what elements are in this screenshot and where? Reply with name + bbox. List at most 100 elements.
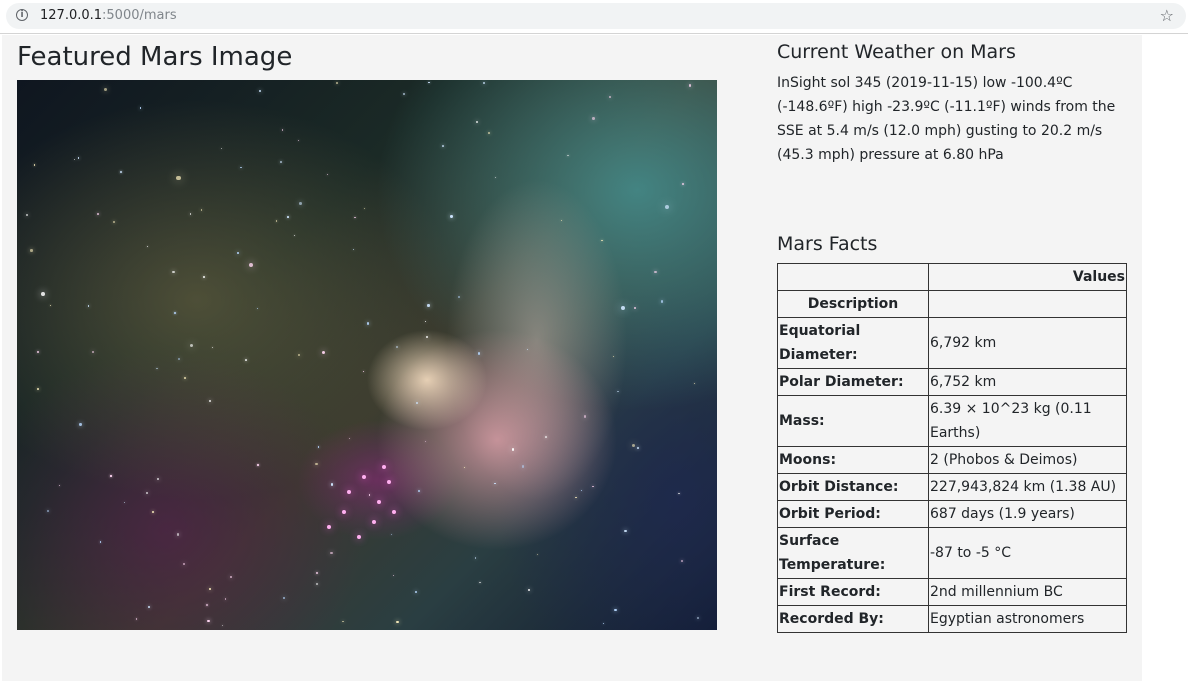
info-icon[interactable]: i [16, 9, 28, 21]
star-point [362, 475, 366, 479]
star-point [327, 525, 331, 529]
star-point [682, 183, 684, 185]
star-point [287, 216, 289, 218]
star-point [560, 219, 563, 221]
table-index-label: Description [777, 290, 929, 318]
star-point [336, 82, 338, 84]
star-point [654, 271, 657, 274]
star-point [97, 213, 100, 216]
star-point [601, 239, 603, 241]
star-point [152, 510, 155, 513]
star-point [545, 436, 547, 439]
star-point [425, 336, 429, 339]
star-point [249, 263, 254, 268]
star-point [372, 520, 376, 524]
star-point [580, 489, 583, 492]
star-point [392, 574, 395, 577]
star-point [494, 482, 496, 485]
star-point [382, 465, 386, 469]
star-point [189, 213, 192, 215]
star-icon[interactable]: ☆ [1160, 7, 1174, 25]
star-point [87, 305, 90, 307]
star-point [457, 296, 461, 299]
star-point [281, 129, 284, 132]
star-point [208, 587, 211, 591]
star-point [567, 154, 569, 157]
star-point [681, 559, 683, 562]
table-index-blank [928, 290, 1127, 318]
table-header-values: Values [928, 263, 1127, 291]
star-point [220, 147, 223, 150]
fact-label: Mass: [777, 395, 929, 447]
star-point [377, 500, 381, 504]
star-point [390, 533, 392, 535]
facts-title: Mars Facts [777, 233, 878, 255]
star-point [37, 351, 39, 353]
star-point [583, 415, 587, 418]
star-point [591, 117, 595, 121]
star-point [363, 208, 366, 210]
star-point [322, 350, 326, 354]
star-point [59, 484, 61, 486]
star-point [613, 355, 615, 357]
star-point [256, 307, 258, 310]
star-point [240, 166, 242, 169]
star-point [145, 491, 148, 495]
star-point [47, 509, 49, 512]
star-point [207, 619, 210, 622]
star-point [694, 382, 696, 385]
star-point [415, 590, 418, 593]
table-row: Recorded By: Egyptian astronomers [777, 605, 1127, 633]
table-header-row: Values [777, 263, 1127, 291]
star-point [482, 81, 485, 84]
url-text[interactable]: 127.0.0.1:5000/mars [40, 8, 177, 24]
browser-address-bar: i 127.0.0.1:5000/mars ☆ [0, 0, 1188, 34]
star-point [342, 510, 346, 514]
star-point [174, 312, 176, 314]
star-point [200, 209, 203, 211]
star-point [316, 572, 318, 574]
featured-mars-image [17, 80, 717, 630]
omnibox[interactable]: i 127.0.0.1:5000/mars ☆ [6, 3, 1186, 29]
star-point [415, 402, 418, 405]
star-point [353, 248, 355, 250]
mars-facts-table: Values Description Equatorial Diameter: 6… [777, 263, 1127, 633]
star-point [315, 462, 318, 465]
star-point [146, 246, 148, 248]
star-point [229, 575, 232, 578]
star-point [427, 304, 430, 307]
star-point [664, 204, 670, 210]
star-point [475, 120, 478, 123]
star-point [617, 390, 619, 393]
star-point [357, 535, 361, 539]
star-point [177, 358, 181, 361]
star-point [183, 562, 186, 566]
table-row: Orbit Distance: 227,943,824 km (1.38 AU) [777, 473, 1127, 501]
page-content: Featured Mars Image Current Weather on M… [2, 35, 1142, 681]
star-point [368, 494, 370, 496]
url-host: 127.0.0.1 [40, 8, 103, 23]
fact-value: -87 to -5 °C [928, 527, 1127, 579]
star-point [139, 107, 142, 110]
url-path: :5000/mars [102, 8, 177, 23]
table-row: Equatorial Diameter: 6,792 km [777, 317, 1127, 369]
fact-value: 6.39 × 10^23 kg (0.11 Earths) [928, 395, 1127, 447]
fact-label: First Record: [777, 578, 929, 606]
star-point [424, 320, 427, 323]
weather-title: Current Weather on Mars [777, 41, 1016, 63]
star-point [112, 221, 115, 223]
star-point [209, 399, 212, 402]
star-point [135, 618, 137, 620]
star-point [487, 132, 490, 134]
fact-label: Moons: [777, 446, 929, 474]
star-point [103, 88, 107, 92]
star-point [620, 306, 625, 311]
star-point [293, 234, 295, 237]
star-point [157, 477, 160, 480]
star-point [37, 387, 40, 390]
star-point [275, 220, 278, 222]
star-point [206, 604, 208, 606]
star-point [678, 492, 680, 495]
star-point [297, 139, 299, 141]
star-point [425, 440, 427, 443]
